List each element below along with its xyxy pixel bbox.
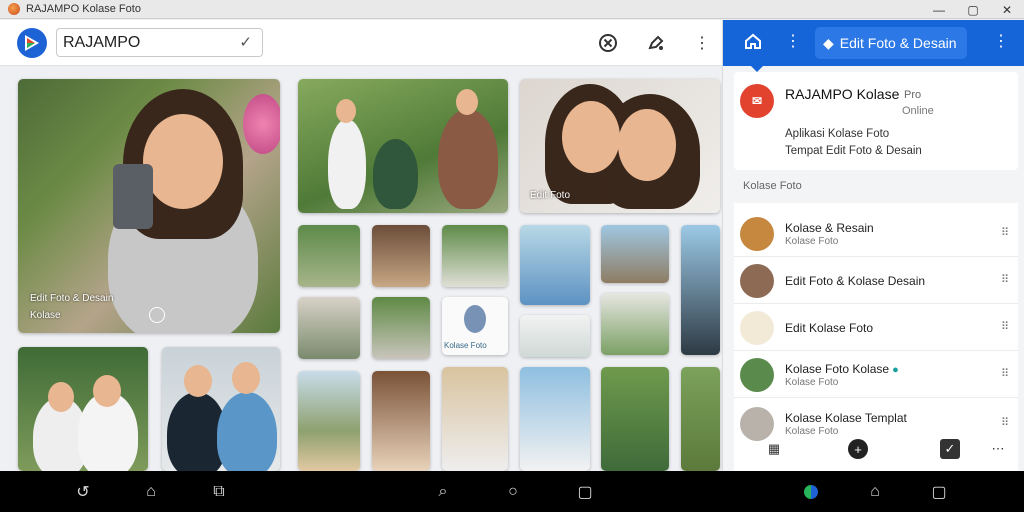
- drag-handle-icon[interactable]: ⠿: [1001, 367, 1009, 380]
- edit-design-label: Edit Foto & Desain: [839, 35, 957, 51]
- search-box[interactable]: ✓: [56, 28, 263, 57]
- photo-tile[interactable]: [372, 371, 430, 471]
- pro-badge: Pro: [904, 89, 922, 101]
- photo-tile[interactable]: [681, 225, 720, 355]
- list-item-title: Kolase & Resain: [785, 221, 874, 235]
- system-navbar: ↺ ⌂ ⧉ ⌕ ○ ▢ ⌂ ▢: [0, 471, 1024, 512]
- maximize-icon[interactable]: ▢: [956, 0, 990, 19]
- photo-tile[interactable]: [520, 367, 590, 471]
- home-icon[interactable]: ⌂: [864, 482, 886, 502]
- window-controls: — ▢ ✕: [922, 0, 1024, 19]
- list-avatar: [740, 407, 774, 441]
- list-item[interactable]: Edit Foto & Kolase Desain ⠿: [734, 258, 1018, 304]
- list-avatar: [740, 264, 774, 298]
- home-icon[interactable]: ⌂: [140, 482, 162, 502]
- drag-handle-icon[interactable]: ⠿: [1001, 320, 1009, 333]
- close-icon[interactable]: ✕: [990, 0, 1024, 19]
- photo-tile[interactable]: [298, 371, 360, 471]
- list-avatar: [740, 217, 774, 251]
- photo-tile[interactable]: [372, 297, 430, 359]
- add-icon[interactable]: +: [848, 439, 868, 459]
- template-list: Kolase & Resain Kolase Foto ⠿ Edit Foto …: [734, 203, 1018, 471]
- profile-line2: Tempat Edit Foto & Desain: [785, 145, 922, 157]
- more-horizontal-icon[interactable]: ⋯: [988, 439, 1008, 459]
- grid-icon[interactable]: ▦: [764, 439, 784, 459]
- search-input[interactable]: [63, 34, 223, 52]
- recents-icon[interactable]: ▢: [928, 482, 950, 502]
- check-icon[interactable]: ✓: [940, 439, 960, 459]
- minimize-icon[interactable]: —: [922, 0, 956, 19]
- status-text: Online: [902, 105, 934, 117]
- more-vertical-icon[interactable]: ⋮: [690, 31, 714, 55]
- photo-tile[interactable]: [162, 347, 280, 471]
- avatar: ✉: [740, 84, 774, 118]
- photo-tile[interactable]: [601, 293, 669, 355]
- window-titlebar: RAJAMPO Kolase Foto — ▢ ✕: [0, 0, 1024, 19]
- recents-icon[interactable]: ▢: [574, 482, 596, 502]
- list-item[interactable]: Kolase & Resain Kolase Foto ⠿: [734, 211, 1018, 257]
- list-item-title: Edit Kolase Foto: [785, 321, 874, 335]
- list-item-title: Kolase Kolase Templat: [785, 411, 907, 425]
- list-item[interactable]: Kolase Foto Kolase ● Kolase Foto ⠿: [734, 352, 1018, 398]
- verified-icon: ●: [892, 364, 899, 376]
- app-toolbar: ✓ ⋮: [0, 20, 722, 66]
- photo-tile[interactable]: Edit Foto & Desain Kolase: [18, 79, 280, 333]
- profile-line1: Aplikasi Kolase Foto: [785, 128, 890, 140]
- list-item-sub: Kolase Foto: [785, 426, 839, 437]
- list-avatar: [740, 358, 774, 392]
- photo-tile[interactable]: [442, 367, 508, 471]
- photo-caption-title: Edit Foto & Desain: [30, 293, 114, 304]
- app-icon: [8, 3, 20, 15]
- photo-tile[interactable]: [298, 79, 508, 213]
- list-item-title: Kolase Foto Kolase ●: [785, 362, 899, 376]
- profile-card[interactable]: ✉ RAJAMPO Kolase Pro Online Aplikasi Kol…: [734, 72, 1018, 170]
- list-item[interactable]: Edit Kolase Foto ⠿: [734, 305, 1018, 351]
- photo-tile[interactable]: Edit Foto: [520, 79, 720, 213]
- photo-tile[interactable]: [372, 225, 430, 287]
- drag-handle-icon[interactable]: ⠿: [1001, 416, 1009, 429]
- list-item-title: Edit Foto & Kolase Desain: [785, 274, 926, 288]
- photo-tile[interactable]: [298, 297, 360, 359]
- photo-tile[interactable]: [601, 367, 669, 471]
- app-logo[interactable]: [17, 28, 47, 58]
- drag-handle-icon[interactable]: ⠿: [1001, 273, 1009, 286]
- dropdown-chevron-icon[interactable]: ✓: [239, 33, 252, 51]
- edit-design-button[interactable]: ◆ Edit Foto & Desain: [815, 27, 967, 59]
- more-vertical-icon[interactable]: ⋮: [993, 31, 1009, 51]
- section-title: Kolase Foto: [743, 180, 802, 192]
- more-vertical-icon[interactable]: ⋮: [785, 31, 801, 51]
- close-circle-icon[interactable]: [596, 31, 620, 55]
- side-panel: ⋮ ◆ Edit Foto & Desain ⋮ ✉ RAJAMPO Kolas…: [722, 20, 1024, 471]
- photo-tile[interactable]: [520, 225, 590, 305]
- photo-tile[interactable]: Kolase Foto: [442, 297, 508, 355]
- photo-tile[interactable]: [601, 225, 669, 283]
- photo-tile[interactable]: [520, 315, 590, 357]
- photo-tile[interactable]: [681, 367, 720, 471]
- back-icon[interactable]: ↺: [72, 482, 94, 502]
- drag-handle-icon[interactable]: ⠿: [1001, 226, 1009, 239]
- window-title: RAJAMPO Kolase Foto: [26, 3, 141, 15]
- home-icon[interactable]: [743, 31, 763, 56]
- photo-tile[interactable]: [442, 225, 508, 287]
- panel-header: ⋮ ◆ Edit Foto & Desain ⋮: [723, 20, 1024, 72]
- photo-tile[interactable]: [18, 347, 148, 471]
- photo-grid: Edit Foto & Desain Kolase Edit Foto Kola…: [0, 67, 722, 471]
- app-icon[interactable]: [800, 482, 822, 502]
- photo-caption: Edit Foto: [530, 190, 571, 201]
- photo-caption: Kolase Foto: [444, 341, 487, 350]
- photo-caption-sub: Kolase: [30, 310, 61, 321]
- back-icon[interactable]: ⌕: [432, 482, 454, 502]
- photo-tile[interactable]: [298, 225, 360, 287]
- list-item-sub: Kolase Foto: [785, 377, 839, 388]
- recents-icon[interactable]: ⧉: [208, 482, 230, 502]
- profile-name: RAJAMPO Kolase: [785, 86, 900, 102]
- list-avatar: [740, 311, 774, 345]
- instagram-icon: [149, 307, 165, 323]
- edit-icon[interactable]: [645, 31, 669, 55]
- list-item-sub: Kolase Foto: [785, 236, 839, 247]
- home-icon[interactable]: ○: [502, 482, 524, 502]
- layers-icon: ◆: [823, 34, 834, 51]
